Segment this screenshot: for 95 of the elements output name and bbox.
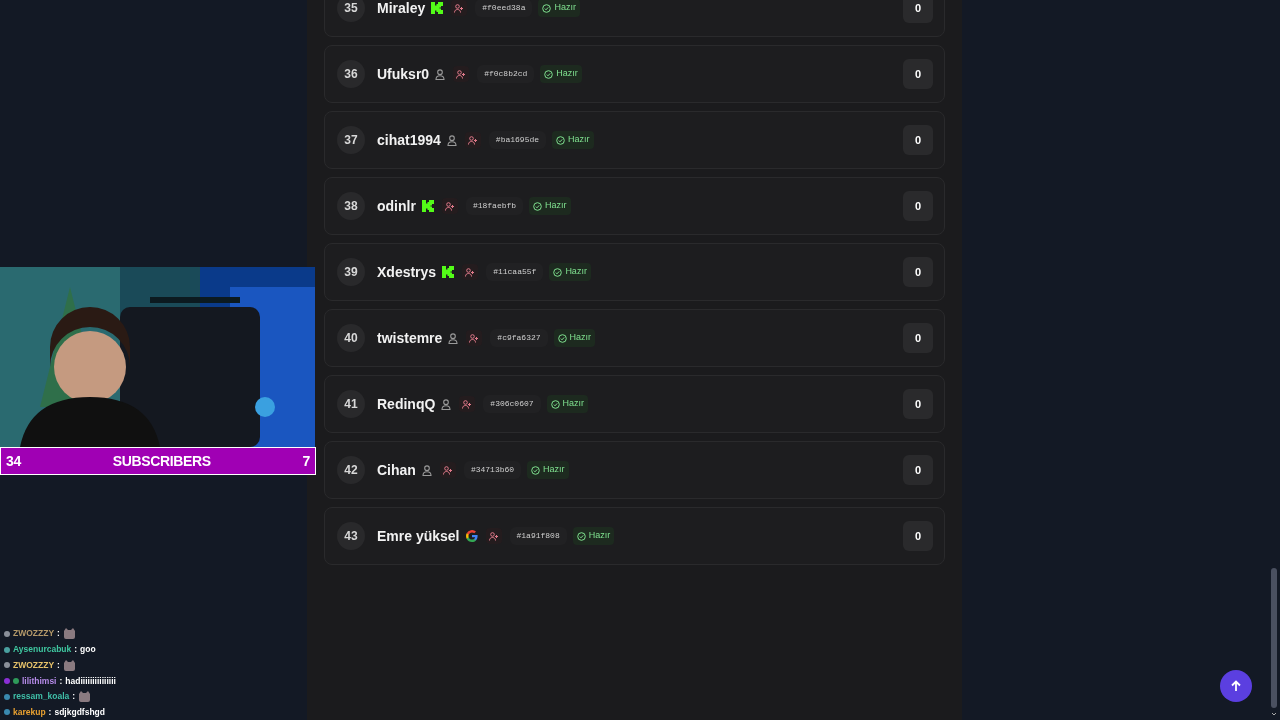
player-code: #1a91f808: [509, 527, 567, 545]
rank-number: 35: [337, 0, 365, 22]
add-user-icon: [444, 201, 455, 211]
player-name: odinlr: [377, 196, 416, 216]
player-name: RedinqQ: [377, 394, 436, 414]
add-user-icon: [442, 465, 453, 475]
add-user-icon: [456, 69, 467, 79]
player-name: Emre yüksel: [377, 526, 460, 546]
status-badge: Hazır: [529, 197, 571, 215]
subscriber-goal: 7: [302, 451, 310, 471]
user-icon: [446, 134, 457, 146]
kick-icon: [421, 200, 434, 212]
user-icon: [421, 464, 432, 476]
add-user-icon: [462, 399, 473, 409]
status-badge: Hazır: [540, 65, 582, 83]
player-code: #f0c8b2cd: [477, 65, 535, 83]
score-box: 0: [903, 389, 933, 419]
emote-icon: [62, 659, 76, 671]
status-badge: Hazır: [553, 329, 596, 347]
add-user-icon: [454, 3, 465, 13]
player-code: #c9fa6327: [490, 329, 548, 347]
emote-icon: [78, 691, 92, 703]
add-friend-button[interactable]: [485, 528, 502, 544]
score-box: 0: [903, 323, 933, 353]
player-code: #ba1695de: [488, 131, 547, 149]
rank-number: 39: [337, 258, 365, 286]
add-friend-button[interactable]: [453, 66, 470, 82]
user-icon: [435, 68, 446, 80]
player-code: #34713b60: [463, 461, 522, 479]
add-friend-button[interactable]: [459, 396, 476, 412]
kick-icon: [442, 266, 455, 278]
rank-number: 42: [337, 456, 365, 484]
rank-number: 38: [337, 192, 365, 220]
chat-separator: :: [72, 690, 76, 703]
chat-separator: :: [57, 658, 60, 672]
status-badge: Hazır: [549, 263, 591, 281]
score-box: 0: [903, 191, 933, 221]
chat-username: ZWOZZZY: [13, 627, 55, 641]
arrow-up-icon: [1230, 680, 1242, 692]
player-name: cihat1994: [377, 130, 441, 150]
scroll-to-top-button[interactable]: [1220, 670, 1252, 702]
score-box: 0: [903, 521, 933, 551]
add-friend-button[interactable]: [439, 462, 456, 478]
score-box: 0: [903, 0, 933, 23]
player-code: #11caa55f: [486, 263, 544, 281]
player-code: #18faebfb: [465, 197, 524, 215]
score-box: 0: [903, 257, 933, 287]
rank-number: 36: [337, 60, 365, 88]
rank-number: 41: [337, 390, 365, 418]
chat-username: ressam_koala: [13, 690, 70, 703]
chat-username: Aysenurcabuk: [13, 643, 72, 656]
add-friend-button[interactable]: [464, 132, 481, 148]
add-user-icon: [467, 135, 478, 145]
chat-message: goo: [80, 643, 96, 656]
add-friend-button[interactable]: [466, 330, 483, 346]
user-icon: [441, 398, 452, 410]
rank-number: 43: [337, 522, 365, 550]
player-name: twistemre: [377, 328, 443, 348]
user-icon: [448, 332, 459, 344]
add-user-icon: [488, 531, 499, 541]
subscriber-count: 34: [6, 451, 21, 471]
emote-icon: [62, 628, 76, 640]
chat-separator: :: [57, 627, 60, 641]
player-name: Cihan: [377, 460, 416, 480]
rank-number: 40: [337, 324, 365, 352]
player-name: Ufuksr0: [377, 64, 430, 84]
rank-number: 37: [337, 126, 365, 154]
kick-icon: [431, 2, 444, 14]
add-friend-button[interactable]: [451, 0, 468, 16]
chat-username: ZWOZZZY: [13, 658, 55, 672]
status-badge: Hazır: [552, 131, 594, 149]
chat-username: lilithimsi: [22, 674, 57, 688]
add-user-icon: [465, 267, 476, 277]
player-code: #f0eed38a: [475, 0, 533, 17]
chat-username: karekup: [13, 705, 46, 719]
score-box: 0: [903, 125, 933, 155]
chat-message: sdjkgdfshgd: [54, 705, 105, 719]
add-user-icon: [469, 333, 480, 343]
player-code: #306c0607: [483, 395, 541, 413]
subscriber-label: SUBSCRIBERS: [112, 451, 211, 471]
status-badge: Hazır: [538, 0, 580, 17]
status-badge: Hazır: [527, 461, 569, 479]
add-friend-button[interactable]: [462, 264, 479, 280]
chat-separator: :: [74, 643, 78, 656]
status-badge: Hazır: [546, 395, 589, 413]
add-friend-button[interactable]: [441, 198, 458, 214]
score-box: 0: [903, 455, 933, 485]
status-badge: Hazır: [572, 527, 615, 545]
score-box: 0: [903, 59, 933, 89]
chat-separator: :: [48, 705, 52, 719]
player-name: Xdestrys: [377, 262, 437, 282]
chat-separator: :: [59, 674, 63, 688]
chat-message: hadiiiiiiiiiiiiiii: [65, 674, 116, 688]
google-icon: [465, 530, 478, 542]
player-name: Miraley: [377, 0, 426, 18]
